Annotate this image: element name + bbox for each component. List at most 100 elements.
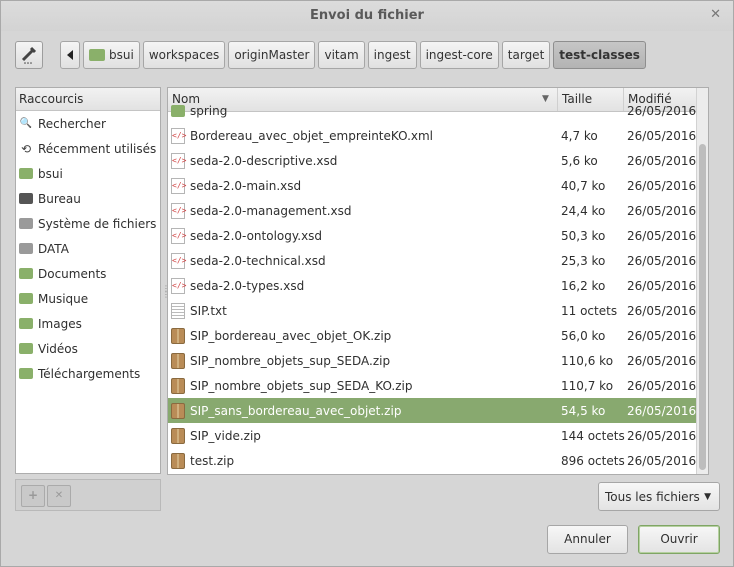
place-label: Récemment utilisés: [38, 141, 157, 156]
file-row[interactable]: </> seda-2.0-management.xsd 24,4 ko 26/05/2…: [168, 198, 696, 223]
place-item-bureau[interactable]: Bureau: [16, 186, 160, 211]
cancel-button[interactable]: Annuler: [547, 525, 628, 554]
chevron-down-icon: ▼: [704, 492, 711, 502]
breadcrumb-label: test-classes: [559, 48, 640, 62]
place-item-images[interactable]: Images: [16, 311, 160, 336]
file-modified: 26/05/2016: [627, 453, 697, 468]
breadcrumb-label: ingest: [373, 48, 411, 62]
archive-icon: [171, 352, 185, 369]
place-item-videos[interactable]: Vidéos: [16, 336, 160, 361]
file-name: seda-2.0-management.xsd: [190, 203, 352, 218]
add-bookmark-button[interactable]: +: [21, 485, 45, 507]
file-modified: 26/05/2016: [627, 278, 697, 293]
places-header[interactable]: Raccourcis: [16, 88, 160, 111]
close-icon[interactable]: ✕: [710, 7, 721, 22]
file-name-cell: </> seda-2.0-ontology.xsd: [168, 227, 558, 244]
scrollbar-thumb[interactable]: [699, 144, 706, 470]
code-file-icon: </>: [171, 227, 186, 244]
file-row[interactable]: </> Bordereau_avec_objet_empreinteKO.xml 4…: [168, 123, 696, 148]
breadcrumb-label: vitam: [324, 48, 359, 62]
file-name: test.zip: [190, 453, 235, 468]
breadcrumb-bsui[interactable]: bsui: [83, 41, 140, 69]
place-item-telechargements[interactable]: Téléchargements: [16, 361, 160, 386]
file-row[interactable]: SIP_nombre_objets_sup_SEDA_KO.zip 110,7 k…: [168, 373, 696, 398]
file-size: 50,3 ko: [561, 228, 606, 243]
place-item-data[interactable]: DATA: [16, 236, 160, 261]
pane-resize-handle[interactable]: ⋮ ⋮: [162, 285, 170, 308]
breadcrumb-test-classes[interactable]: test-classes: [553, 41, 646, 69]
file-modified: 26/05/2016: [627, 128, 697, 143]
archive-icon: [171, 377, 185, 394]
place-label: bsui: [38, 166, 63, 181]
remove-bookmark-button[interactable]: ✕: [47, 485, 71, 507]
breadcrumb-label: target: [507, 48, 545, 62]
place-item-musique[interactable]: Musique: [16, 286, 160, 311]
place-item-bsui[interactable]: bsui: [16, 161, 160, 186]
open-button[interactable]: Ouvrir: [638, 525, 720, 554]
file-modified: 26/05/2016: [627, 353, 697, 368]
places-list: 🔍 Rechercher ⟲ Récemment utilisés bsui Bureau…: [16, 111, 160, 386]
code-file-icon: </>: [171, 152, 186, 169]
file-size: 54,5 ko: [561, 403, 606, 418]
file-row[interactable]: </> seda-2.0-ontology.xsd 50,3 ko 26/05/201…: [168, 223, 696, 248]
pencil-icon: [21, 46, 37, 64]
filter-value: Tous les fichiers: [605, 489, 700, 504]
place-label: Vidéos: [38, 341, 78, 356]
file-row[interactable]: test.zip 896 octets 26/05/2016: [168, 448, 696, 473]
file-row[interactable]: </> seda-2.0-types.xsd 16,2 ko 26/05/2016: [168, 273, 696, 298]
path-back-button[interactable]: [60, 41, 80, 69]
folder-icon: [171, 104, 185, 117]
file-name-cell: </> seda-2.0-descriptive.xsd: [168, 152, 558, 169]
file-name-cell: </> Bordereau_avec_objet_empreinteKO.xml: [168, 127, 558, 144]
file-modified: 26/05/2016: [627, 253, 697, 268]
file-name: seda-2.0-ontology.xsd: [190, 228, 323, 243]
breadcrumb-vitam[interactable]: vitam: [318, 41, 365, 69]
file-row[interactable]: </> seda-2.0-descriptive.xsd 5,6 ko 26/05/2…: [168, 148, 696, 173]
file-name: seda-2.0-main.xsd: [190, 178, 302, 193]
file-row[interactable]: </> seda-2.0-technical.xsd 25,3 ko 26/05/20…: [168, 248, 696, 273]
title-bar[interactable]: Envoi du fichier ✕: [1, 1, 733, 31]
place-item-rechercher[interactable]: 🔍 Rechercher: [16, 111, 160, 136]
file-name-cell: SIP_nombre_objets_sup_SEDA_KO.zip: [168, 377, 558, 394]
breadcrumb-label: workspaces: [148, 48, 220, 62]
breadcrumb-originmaster[interactable]: originMaster: [228, 41, 316, 69]
drive-icon: [19, 243, 33, 254]
music-folder-icon: [19, 293, 33, 304]
file-row[interactable]: spring 26/05/2016: [168, 98, 696, 123]
place-item-recemment-utilises[interactable]: ⟲ Récemment utilisés: [16, 136, 160, 161]
breadcrumb-label: originMaster: [234, 48, 310, 62]
file-size: 4,7 ko: [561, 128, 598, 143]
file-row[interactable]: SIP.txt 11 octets 26/05/2016: [168, 298, 696, 323]
file-size: 24,4 ko: [561, 203, 606, 218]
breadcrumb-target[interactable]: target: [501, 41, 551, 69]
code-file-icon: </>: [171, 252, 186, 269]
breadcrumb-ingest-core[interactable]: ingest-core: [419, 41, 499, 69]
file-row[interactable]: SIP_sans_bordereau_avec_objet.zip 54,5 ko…: [168, 398, 696, 423]
search-icon: 🔍: [19, 118, 33, 129]
place-label: Musique: [38, 291, 89, 306]
file-name-cell: SIP_sans_bordereau_avec_objet.zip: [168, 402, 558, 419]
file-modified: 26/05/2016: [627, 428, 697, 443]
type-location-button[interactable]: [15, 41, 43, 69]
code-file-icon: </>: [171, 177, 186, 194]
file-row[interactable]: </> seda-2.0-main.xsd 40,7 ko 26/05/2016: [168, 173, 696, 198]
file-size: 896 octets: [561, 453, 625, 468]
vertical-scrollbar[interactable]: [696, 88, 708, 474]
breadcrumb-ingest[interactable]: ingest: [367, 41, 417, 69]
window-title: Envoi du fichier: [310, 8, 424, 23]
file-name: seda-2.0-technical.xsd: [190, 253, 326, 268]
file-name-cell: </> seda-2.0-types.xsd: [168, 277, 558, 294]
file-modified: 26/05/2016: [627, 328, 697, 343]
file-row[interactable]: SIP_vide.zip 144 octets 26/05/2016: [168, 423, 696, 448]
file-name-cell: SIP_nombre_objets_sup_SEDA.zip: [168, 352, 558, 369]
file-type-filter[interactable]: Tous les fichiers ▼: [598, 482, 720, 511]
file-row[interactable]: SIP_bordereau_avec_objet_OK.zip 56,0 ko 26…: [168, 323, 696, 348]
breadcrumb-workspaces[interactable]: workspaces: [142, 41, 226, 69]
file-name-cell: SIP_vide.zip: [168, 427, 558, 444]
code-file-icon: </>: [171, 127, 186, 144]
places-toolbar: + ✕: [15, 479, 161, 511]
place-item-systeme-de-fichiers[interactable]: Système de fichiers: [16, 211, 160, 236]
file-size: 40,7 ko: [561, 178, 606, 193]
file-row[interactable]: SIP_nombre_objets_sup_SEDA.zip 110,6 ko 26…: [168, 348, 696, 373]
place-item-documents[interactable]: Documents: [16, 261, 160, 286]
